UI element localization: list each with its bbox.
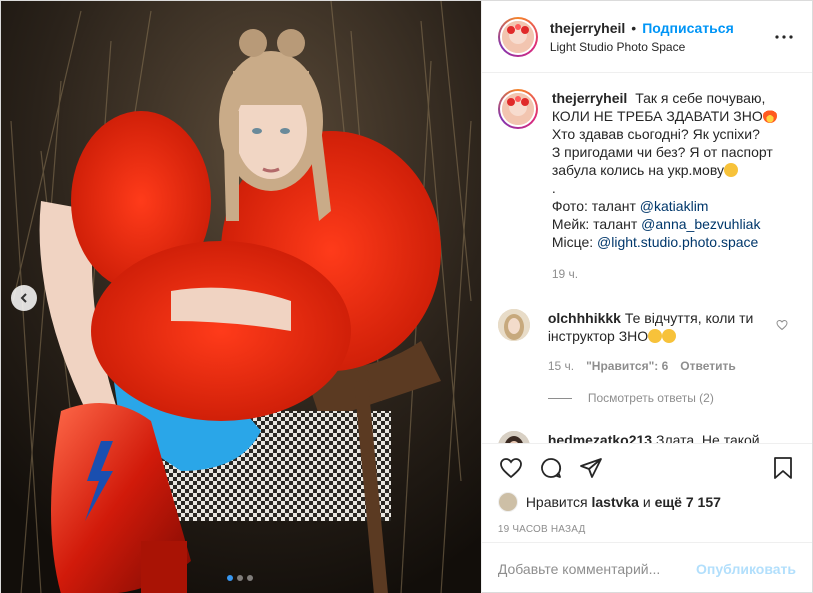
carousel-dot [237,575,243,581]
post-side-panel: thejerryheil • Подписаться Light Studio … [480,1,812,593]
photo-image [1,1,481,593]
header-username[interactable]: thejerryheil [550,20,625,36]
caption-text-line: Так я себе почуваю, [635,90,766,106]
post-footer: Нравится lastvka и ещё 7 157 19 ЧАСОВ НА… [481,443,812,593]
thinking-emoji-icon [723,163,738,177]
mention-link[interactable]: @light.studio.photo.space [597,234,758,250]
caption-text-line: . [551,180,556,196]
caption-username[interactable]: thejerryheil [552,90,627,106]
carousel-dot [247,575,253,581]
caption-time[interactable]: 19 ч. [552,265,796,283]
avatar-image [497,309,530,341]
share-button[interactable] [578,455,604,481]
comment-text: Злата. Не такой [655,432,760,443]
carousel-indicator [227,575,253,581]
mention-link[interactable]: @anna_bezvuhliak [641,216,760,232]
paper-plane-icon [579,458,602,478]
instagram-post: thejerryheil • Подписаться Light Studio … [0,0,813,593]
comment-likes[interactable]: "Нравится": 6 [586,357,668,375]
comment-time[interactable]: 15 ч. [548,357,574,375]
comment-avatar[interactable] [497,431,530,443]
caption-text-line: З пригодами чи без? Я от паспорт [551,144,773,160]
comment-input[interactable] [497,560,697,577]
view-replies-label: Посмотреть ответы (2) [587,391,714,405]
likes-prefix: Нравится [525,494,588,510]
view-replies-button[interactable]: Посмотреть ответы (2) [547,391,796,405]
bookmark-icon [774,457,792,479]
comments-section[interactable]: thejerryheil Так я себе почуваю, КОЛИ НЕ… [482,73,812,443]
grinning-emoji-icon [662,329,677,343]
post-photo[interactable] [1,1,481,593]
caption: thejerryheil Так я себе почуваю, КОЛИ НЕ… [497,89,796,283]
carousel-prev-button[interactable] [11,285,37,311]
shushing-emoji-icon [648,329,663,343]
credit-label: Мейк: талант [551,216,642,232]
heart-icon [499,458,522,479]
avatar-image [501,20,534,53]
chevron-left-icon [20,293,27,303]
add-comment-bar: Опубликовать [481,542,812,593]
save-button[interactable] [770,455,796,481]
liker-username[interactable]: lastvka [591,494,638,510]
post-timestamp[interactable]: 19 ЧАСОВ НАЗАД [482,512,812,535]
more-options-button[interactable] [772,25,796,49]
fire-emoji-icon [762,109,777,123]
comment-like-heart-icon[interactable] [776,319,788,331]
caption-text-line: забула колись на укр.мову [551,162,724,178]
more-horizontal-icon [775,34,793,39]
comment-username[interactable]: olchhhikkk [548,310,621,326]
mention-link[interactable]: @katiaklim [640,198,709,214]
location-link[interactable]: Light Studio Photo Space [550,40,772,54]
separator-dot: • [631,19,637,36]
avatar-image [501,93,534,125]
comment-button[interactable] [538,455,564,481]
action-bar [482,444,812,492]
credit-label: Місце: [551,234,598,250]
replies-divider [547,397,572,399]
caption-text-line: КОЛИ НЕ ТРЕБА ЗДАВАТИ ЗНО [551,108,763,124]
likes-summary: Нравится lastvka и ещё 7 157 [482,492,812,512]
likes-middle: и [642,494,651,510]
avatar-image [497,431,530,443]
caption-avatar[interactable] [497,89,538,129]
comment-item: hedmezatko213 Злата. Не такой [497,431,796,443]
comment-avatar[interactable] [497,309,530,341]
comment-item: olchhhikkk Те відчуття, коли ти інструкт… [497,309,796,375]
comment-username[interactable]: hedmezatko213 [548,432,652,443]
avatar[interactable] [497,16,538,57]
carousel-dot [227,575,233,581]
publish-button[interactable]: Опубликовать [696,561,796,577]
likes-count-link[interactable]: ещё 7 157 [655,494,721,510]
post-header: thejerryheil • Подписаться Light Studio … [481,1,812,73]
follow-button[interactable]: Подписаться [642,20,734,36]
liker-avatar[interactable] [497,492,518,512]
like-button[interactable] [498,455,524,481]
reply-button[interactable]: Ответить [680,357,735,375]
comment-bubble-icon [540,458,561,478]
caption-text-line: Хто здавав сьогодні? Як успіхи? [551,126,760,142]
credit-label: Фото: талант [551,198,640,214]
